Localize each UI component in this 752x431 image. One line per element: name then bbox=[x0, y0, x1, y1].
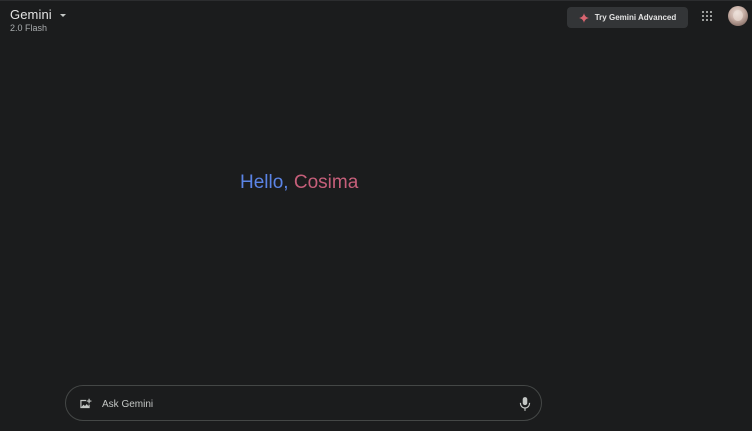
apps-dot bbox=[705, 18, 709, 22]
app-title: Gemini bbox=[10, 7, 52, 22]
apps-dot bbox=[702, 18, 705, 22]
greeting-name: Cosima bbox=[288, 172, 359, 193]
apps-dot bbox=[702, 11, 705, 14]
apps-grid-icon[interactable] bbox=[702, 11, 714, 23]
model-switcher[interactable]: Gemini 2.0 Flash bbox=[10, 7, 66, 33]
apps-dot bbox=[702, 14, 705, 18]
apps-dot bbox=[709, 11, 713, 14]
prompt-input[interactable] bbox=[102, 395, 502, 413]
gemini-app: Gemini 2.0 Flash Try Gemini Advanced Hel… bbox=[0, 0, 752, 431]
caret-down-icon[interactable] bbox=[59, 13, 66, 17]
model-label: 2.0 Flash bbox=[10, 23, 48, 33]
greeting: Hello, Cosima bbox=[240, 172, 358, 194]
apps-dot bbox=[709, 14, 713, 18]
try-advanced-button[interactable]: Try Gemini Advanced bbox=[567, 7, 688, 28]
user-avatar[interactable] bbox=[728, 6, 748, 26]
apps-dot bbox=[709, 18, 713, 22]
add-image-icon[interactable] bbox=[78, 397, 92, 411]
title-row[interactable]: Gemini bbox=[10, 7, 66, 22]
try-advanced-label: Try Gemini Advanced bbox=[594, 13, 677, 22]
prompt-bar[interactable] bbox=[65, 385, 542, 421]
apps-dot bbox=[705, 11, 709, 14]
microphone-icon[interactable] bbox=[518, 396, 532, 412]
spark-icon bbox=[578, 12, 589, 23]
apps-dot bbox=[705, 14, 709, 18]
greeting-hello: Hello, bbox=[240, 172, 289, 193]
